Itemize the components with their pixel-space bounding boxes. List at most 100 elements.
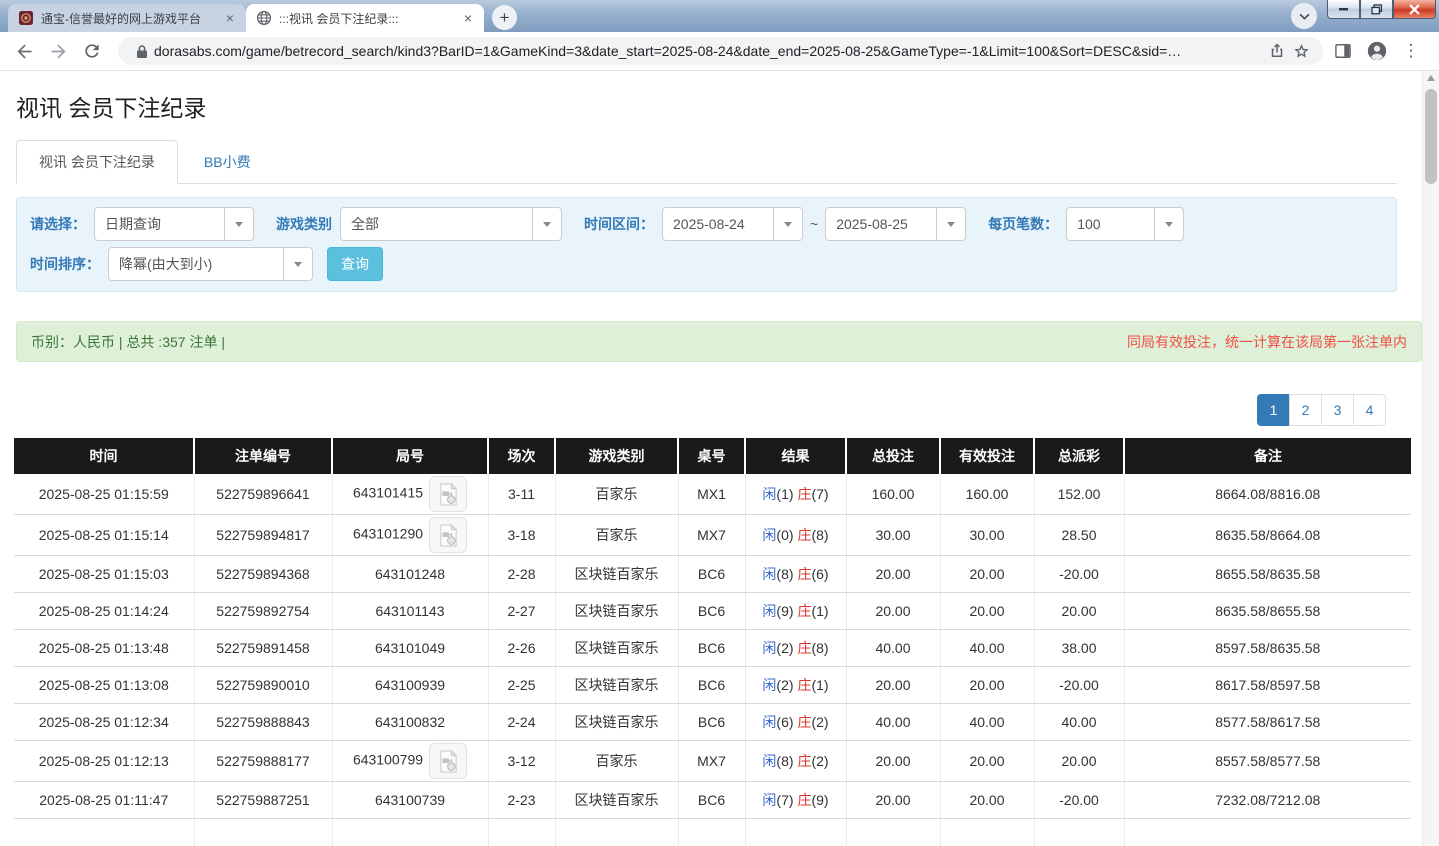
cell-valid-bet: 20.00 bbox=[940, 782, 1034, 819]
player-result-value: (2) bbox=[776, 677, 793, 693]
cell-time: 2025-08-25 01:12:34 bbox=[14, 704, 194, 741]
cell-table-number: MX7 bbox=[678, 741, 745, 782]
cell-total-bet-link[interactable]: 40.00 bbox=[846, 704, 940, 741]
cell-total-payout: 40.00 bbox=[1034, 704, 1124, 741]
player-result-label: 闲 bbox=[762, 714, 776, 730]
vertical-scrollbar[interactable] bbox=[1422, 71, 1439, 846]
cell-total-bet-link[interactable]: 160.00 bbox=[846, 474, 940, 515]
tab2-globe-icon bbox=[256, 10, 272, 26]
cell-session: 2-24 bbox=[488, 704, 555, 741]
cell-round: 643101415 bbox=[332, 474, 488, 515]
cell-total-payout: -20.00 bbox=[1034, 556, 1124, 593]
date-end-select[interactable]: 2025-08-25 bbox=[825, 207, 966, 241]
search-button[interactable]: 查询 bbox=[327, 247, 383, 281]
new-tab-button[interactable]: + bbox=[492, 5, 517, 30]
cell-total-bet-link[interactable]: 20.00 bbox=[846, 782, 940, 819]
share-icon[interactable] bbox=[1265, 39, 1289, 63]
back-icon[interactable] bbox=[10, 37, 38, 65]
cell-result: 闲(6) 庄(2) bbox=[745, 704, 846, 741]
banker-result-value: (9) bbox=[811, 792, 828, 808]
cell-total-bet-link[interactable]: 20.00 bbox=[846, 556, 940, 593]
url-bar[interactable]: dorasabs.com/game/betrecord_search/kind3… bbox=[118, 37, 1323, 65]
window-titlebar: 通宝-信誉最好的网上游戏平台 × :::视讯 会员下注纪录::: × + bbox=[0, 0, 1439, 32]
banker-result-value: (2) bbox=[811, 753, 828, 769]
filter-panel: 请选择： 日期查询 游戏类别 全部 时间区间： 2025-08-24 ~ bbox=[16, 197, 1397, 292]
cell-total-bet-link[interactable]: 40.00 bbox=[846, 630, 940, 667]
cell-note: 7232.08/7212.08 bbox=[1124, 782, 1411, 819]
cell-note: 8577.58/8617.58 bbox=[1124, 704, 1411, 741]
cell-game-type: 百家乐 bbox=[555, 515, 678, 556]
side-panel-icon[interactable] bbox=[1329, 37, 1357, 65]
cell-result: 闲(8) 庄(2) bbox=[745, 741, 846, 782]
banker-result-value: (6) bbox=[811, 566, 828, 582]
url-text[interactable]: dorasabs.com/game/betrecord_search/kind3… bbox=[154, 43, 1265, 59]
cell-empty bbox=[846, 819, 940, 846]
pagination: 1234 bbox=[16, 394, 1386, 426]
tab-bet-records[interactable]: 视讯 会员下注纪录 bbox=[16, 140, 178, 184]
browser-tab-2[interactable]: :::视讯 会员下注纪录::: × bbox=[246, 4, 484, 32]
page-button-2[interactable]: 2 bbox=[1289, 394, 1322, 426]
cell-empty bbox=[1124, 819, 1411, 846]
profile-avatar-icon[interactable] bbox=[1363, 37, 1391, 65]
table-row: 2025-08-25 01:13:48 522759891458 6431010… bbox=[14, 630, 1411, 667]
cell-total-payout: -20.00 bbox=[1034, 782, 1124, 819]
cell-note: 8635.58/8655.58 bbox=[1124, 593, 1411, 630]
cell-session: 2-23 bbox=[488, 782, 555, 819]
game-type-select[interactable]: 全部 bbox=[340, 207, 562, 241]
cell-total-payout: 152.00 bbox=[1034, 474, 1124, 515]
scrollbar-thumb[interactable] bbox=[1425, 89, 1437, 184]
cell-note: 8597.58/8635.58 bbox=[1124, 630, 1411, 667]
cell-total-bet-link[interactable]: 20.00 bbox=[846, 593, 940, 630]
round-number: 643101049 bbox=[375, 640, 445, 656]
tab1-close-icon[interactable]: × bbox=[222, 10, 238, 26]
chevron-down-icon bbox=[224, 208, 253, 240]
maximize-button[interactable] bbox=[1360, 0, 1393, 19]
browser-tab-1[interactable]: 通宝-信誉最好的网上游戏平台 × bbox=[8, 4, 246, 32]
column-header: 桌号 bbox=[678, 438, 745, 474]
video-replay-button[interactable] bbox=[429, 743, 467, 779]
cell-game-type: 百家乐 bbox=[555, 741, 678, 782]
video-replay-button[interactable] bbox=[429, 476, 467, 512]
cell-table-number: BC6 bbox=[678, 704, 745, 741]
minimize-button[interactable] bbox=[1327, 0, 1360, 19]
cell-total-bet-link[interactable]: 20.00 bbox=[846, 741, 940, 782]
page-button-4[interactable]: 4 bbox=[1353, 394, 1386, 426]
cell-session: 3-12 bbox=[488, 741, 555, 782]
video-replay-button[interactable] bbox=[429, 517, 467, 553]
close-button[interactable] bbox=[1393, 0, 1436, 19]
page-button-3[interactable]: 3 bbox=[1321, 394, 1354, 426]
tab1-favicon-icon bbox=[18, 10, 34, 26]
cell-game-type: 区块链百家乐 bbox=[555, 593, 678, 630]
scroll-up-arrow-icon[interactable] bbox=[1427, 75, 1435, 81]
forward-icon[interactable] bbox=[44, 37, 72, 65]
cell-valid-bet: 40.00 bbox=[940, 704, 1034, 741]
column-header: 游戏类别 bbox=[555, 438, 678, 474]
browser-menu-icon[interactable]: ⋮ bbox=[1397, 37, 1425, 65]
cell-session: 2-25 bbox=[488, 667, 555, 704]
tab-bb-tips[interactable]: BB小费 bbox=[178, 141, 277, 183]
cell-empty bbox=[194, 819, 332, 846]
cell-total-payout: 28.50 bbox=[1034, 515, 1124, 556]
tab-search-chevron-icon[interactable] bbox=[1291, 3, 1317, 29]
cell-round: 643101049 bbox=[332, 630, 488, 667]
cell-round: 643100739 bbox=[332, 782, 488, 819]
cell-valid-bet: 20.00 bbox=[940, 556, 1034, 593]
reload-icon[interactable] bbox=[78, 37, 106, 65]
sort-order-select[interactable]: 降幂(由大到小) bbox=[108, 247, 313, 281]
bookmark-star-icon[interactable] bbox=[1289, 39, 1313, 63]
date-start-select[interactable]: 2025-08-24 bbox=[662, 207, 803, 241]
banker-result-label: 庄 bbox=[797, 527, 811, 543]
cell-total-bet-link[interactable]: 20.00 bbox=[846, 667, 940, 704]
cell-bet-id: 522759894817 bbox=[194, 515, 332, 556]
page-size-select[interactable]: 100 bbox=[1066, 207, 1184, 241]
cell-valid-bet: 20.00 bbox=[940, 593, 1034, 630]
player-result-label: 闲 bbox=[762, 486, 776, 502]
sort-order-label: 时间排序： bbox=[30, 254, 100, 274]
query-type-select[interactable]: 日期查询 bbox=[94, 207, 254, 241]
page-button-1[interactable]: 1 bbox=[1257, 394, 1290, 426]
cell-bet-id: 522759891458 bbox=[194, 630, 332, 667]
tab2-close-icon[interactable]: × bbox=[460, 10, 476, 26]
cell-total-bet-link[interactable]: 30.00 bbox=[846, 515, 940, 556]
summary-bar: 币别：人民币 | 总共 :357 注单 | 同局有效投注，统一计算在该局第一张注… bbox=[16, 321, 1422, 362]
cell-game-type: 区块链百家乐 bbox=[555, 556, 678, 593]
